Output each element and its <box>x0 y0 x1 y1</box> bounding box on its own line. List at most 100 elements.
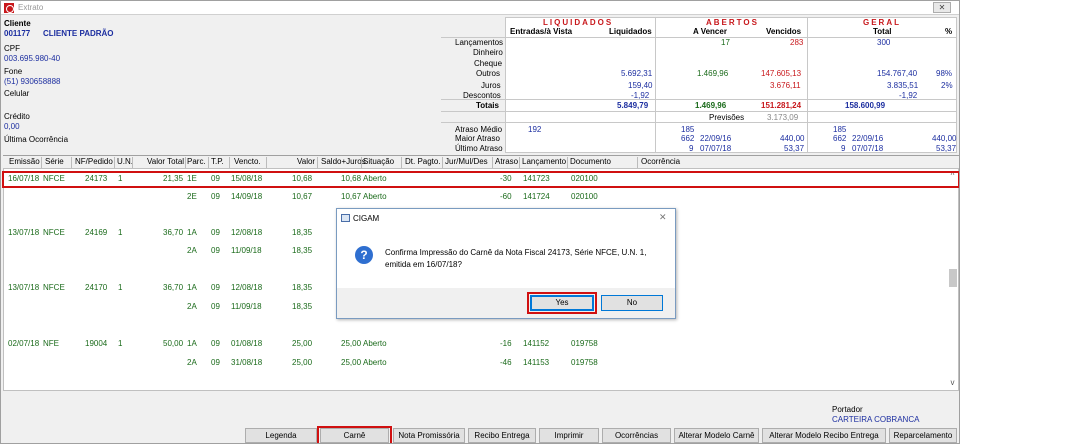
col-emissao[interactable]: Emissão <box>9 157 40 166</box>
lancamentos-a-vencer: 17 <box>721 38 730 47</box>
previsoes-value: 3.173,09 <box>767 113 799 122</box>
maior-atraso-label: Maior Atraso <box>455 134 500 143</box>
portador-label: Portador <box>832 405 863 414</box>
outros-total: 154.767,40 <box>877 69 918 78</box>
cell-serie: NFCE <box>43 283 65 292</box>
row-label-juros: Juros <box>481 81 501 90</box>
cell-emissao: 13/07/18 <box>8 283 40 292</box>
cell-saldo: 25,00 <box>341 358 362 367</box>
scrollbar-thumb[interactable] <box>949 269 957 287</box>
ultimo-atraso-abertos-valor: 53,37 <box>784 144 805 153</box>
dialog-footer: Yes No <box>337 288 675 318</box>
col-saldo-juros[interactable]: Saldo+Juros <box>321 157 366 166</box>
atraso-medio-label: Atraso Médio <box>455 125 503 134</box>
cell-documento: 019758 <box>571 358 598 367</box>
totais-vencidos: 151.281,24 <box>761 101 802 110</box>
cell-un: 1 <box>118 228 123 237</box>
col-jur-mul-des[interactable]: Jur/Mul/Des <box>445 157 488 166</box>
cell-vencto: 01/08/18 <box>231 339 263 348</box>
lancamentos-total: 300 <box>877 38 891 47</box>
legenda-button[interactable]: Legenda <box>245 428 317 443</box>
maior-atraso-geral-valor: 440,00 <box>932 134 957 143</box>
title-bar: Extrato ✕ <box>1 1 959 15</box>
cell-parc: 2E <box>187 192 197 201</box>
cell-valor: 18,35 <box>292 302 313 311</box>
reparcelamento-button[interactable]: Reparcelamento <box>889 428 957 443</box>
cell-vencto: 14/09/18 <box>231 192 263 201</box>
col-un[interactable]: U.N. <box>117 157 133 166</box>
no-button[interactable]: No <box>601 295 663 311</box>
maior-atraso-abertos-data: 22/09/16 <box>700 134 732 143</box>
liquidados-section-title: LIQUIDADOS <box>543 18 614 27</box>
cell-tp: 09 <box>211 339 220 348</box>
cell-valor: 25,00 <box>292 358 313 367</box>
cell-atraso: -60 <box>500 192 512 201</box>
col-situacao[interactable]: Situação <box>363 157 394 166</box>
abertos-section-title: ABERTOS <box>706 18 759 27</box>
cell-situacao: Aberto <box>363 192 387 201</box>
cell-parc: 2A <box>187 358 197 367</box>
portador-value: CARTEIRA COBRANCA <box>832 415 920 424</box>
juros-total: 3.835,51 <box>887 81 919 90</box>
confirm-dialog: CIGAM ✕ ? Confirma Impressão do Carnê da… <box>336 208 676 319</box>
col-ocorrencia[interactable]: Ocorrência <box>641 157 680 166</box>
cell-valor-total: 36,70 <box>163 283 184 292</box>
cell-vencto: 12/08/18 <box>231 283 263 292</box>
juros-vencidos: 3.676,11 <box>770 81 801 90</box>
cliente-label: Cliente <box>4 19 31 28</box>
imprimir-button[interactable]: Imprimir <box>539 428 599 443</box>
col-valor-total[interactable]: Valor Total <box>147 157 184 166</box>
cell-valor: 10,67 <box>292 192 313 201</box>
lancamentos-vencidos: 283 <box>790 38 804 47</box>
cell-valor: 25,00 <box>292 339 313 348</box>
col-dt-pagto[interactable]: Dt. Pagto. <box>405 157 441 166</box>
cell-serie: NFCE <box>43 228 65 237</box>
col-nf-pedido[interactable]: NF/Pedido <box>75 157 113 166</box>
col-documento[interactable]: Documento <box>570 157 611 166</box>
dialog-close-icon[interactable]: ✕ <box>659 212 667 223</box>
cell-un: 1 <box>118 283 123 292</box>
cell-lancamento: 141152 <box>523 339 550 348</box>
ocorrencias-button[interactable]: Ocorrências <box>602 428 671 443</box>
col-serie[interactable]: Série <box>45 157 64 166</box>
fone-value: (51) 930658888 <box>4 77 61 86</box>
atraso-medio-liquidados: 192 <box>528 125 542 134</box>
totais-total: 158.600,99 <box>845 101 886 110</box>
cell-saldo: 25,00 <box>341 339 362 348</box>
col-atraso[interactable]: Atraso <box>495 157 518 166</box>
cell-situacao: Aberto <box>363 339 387 348</box>
cell-situacao: Aberto <box>363 358 387 367</box>
cpf-label: CPF <box>4 44 20 53</box>
cell-parc: 2A <box>187 246 197 255</box>
window-close-button[interactable]: ✕ <box>933 2 951 13</box>
credito-value: 0,00 <box>4 122 20 131</box>
question-icon: ? <box>355 246 373 264</box>
col-parc[interactable]: Parc. <box>187 157 206 166</box>
scroll-down-icon[interactable]: v <box>947 377 958 388</box>
outros-pct: 98% <box>936 69 953 78</box>
atraso-medio-geral: 185 <box>833 125 847 134</box>
ultimo-atraso-geral-dias: 9 <box>841 144 846 153</box>
alterar-modelo-recibo-entrega-button[interactable]: Alterar Modelo Recibo Entrega <box>762 428 886 443</box>
maior-atraso-geral-dias: 662 <box>833 134 847 143</box>
cell-atraso: -16 <box>500 339 512 348</box>
maior-atraso-abertos-valor: 440,00 <box>780 134 805 143</box>
alterar-modelo-carne-button[interactable]: Alterar Modelo Carnê <box>674 428 759 443</box>
cell-tp: 09 <box>211 358 220 367</box>
recibo-entrega-button[interactable]: Recibo Entrega <box>468 428 536 443</box>
col-lancamento[interactable]: Lançamento <box>522 157 566 166</box>
cliente-name: CLIENTE PADRÃO <box>43 29 114 38</box>
liquidados-head: Liquidados <box>609 27 652 36</box>
extrato-window: Extrato ✕ Cliente 001177 CLIENTE PADRÃO … <box>0 0 960 444</box>
pct-head: % <box>945 27 953 36</box>
a-vencer-head: A Vencer <box>693 27 727 36</box>
outros-liquidados: 5.692,31 <box>621 69 653 78</box>
col-valor[interactable]: Valor <box>297 157 315 166</box>
credito-label: Crédito <box>4 112 30 121</box>
yes-button[interactable]: Yes <box>530 295 594 311</box>
col-tp[interactable]: T.P. <box>211 157 224 166</box>
juros-liquidados: 159,40 <box>628 81 653 90</box>
col-vencto[interactable]: Vencto. <box>234 157 261 166</box>
nota-promissoria-button[interactable]: Nota Promissória <box>393 428 465 443</box>
cell-parc: 1A <box>187 228 197 237</box>
